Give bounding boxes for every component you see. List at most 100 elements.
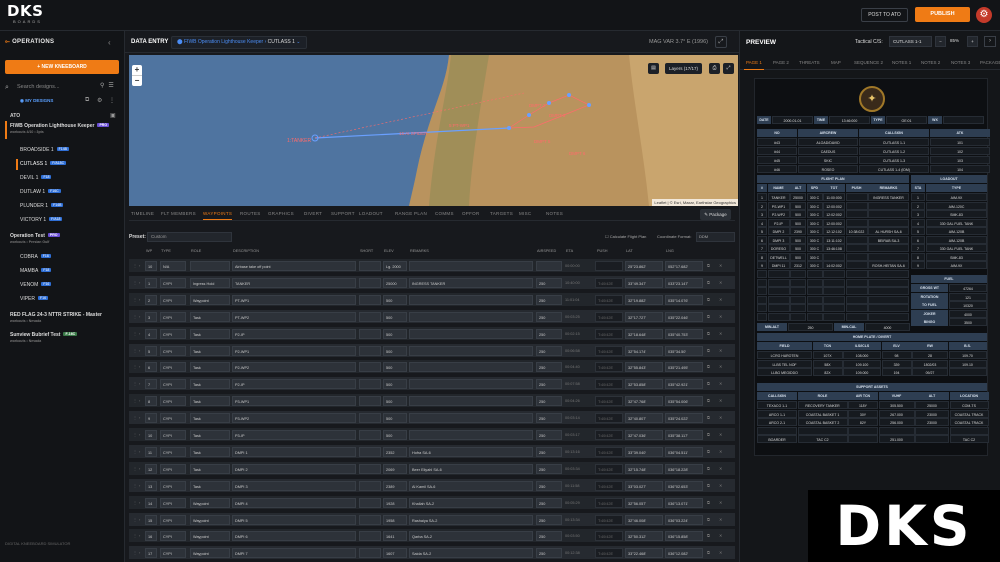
waypoint-marker[interactable] [527, 113, 531, 117]
copy-row-icon[interactable]: ⧉ [707, 447, 713, 457]
remarks-field[interactable]: Khallah SA-2 [409, 497, 533, 508]
airspeed-field[interactable]: 250 [536, 446, 562, 457]
zoom-out-button[interactable]: − [132, 75, 142, 86]
row-menu-icon[interactable]: › [139, 346, 143, 356]
description-field[interactable]: P3-IP [232, 430, 356, 440]
tab-notes[interactable]: NOTES [546, 211, 563, 216]
remarks-field[interactable] [409, 294, 533, 305]
airspeed-field[interactable]: 250 [536, 311, 562, 322]
preview-tab-threats[interactable]: THREATS [799, 60, 820, 65]
copy-row-icon[interactable]: ⧉ [707, 379, 713, 389]
row-menu-icon[interactable]: › [139, 464, 143, 474]
remarks-field[interactable]: Saida SA-2 [409, 548, 533, 559]
type-select[interactable]: CYPI [160, 311, 186, 322]
type-select[interactable]: CYPI [160, 446, 186, 457]
delete-row-icon[interactable]: ✕ [719, 447, 725, 457]
description-field[interactable]: PT-WP2 [232, 311, 356, 322]
copy-row-icon[interactable]: ⧉ [707, 396, 713, 406]
copy-row-icon[interactable]: ⧉ [707, 312, 713, 322]
row-menu-icon[interactable]: › [139, 379, 143, 389]
preview-tab-page-1[interactable]: PAGE 1 [744, 60, 764, 70]
airspeed-field[interactable]: 250 [536, 548, 562, 559]
wp-number-field[interactable]: 1 [145, 277, 157, 288]
settings-gear-icon[interactable]: ⚙ [976, 7, 992, 23]
tab-routes[interactable]: ROUTES [240, 211, 261, 216]
copy-row-icon[interactable]: ⧉ [707, 329, 713, 339]
wp-number-field[interactable]: 6 [145, 362, 157, 373]
wp-number-field[interactable]: 7 [145, 379, 157, 390]
airspeed-field[interactable]: 250 [536, 463, 562, 474]
elevation-field[interactable]: 500 [383, 396, 407, 407]
wp-number-field[interactable]: 10 [145, 261, 157, 271]
copy-row-icon[interactable]: ⧉ [707, 464, 713, 474]
design-item[interactable]: CUTLASS 1 F/A18C [20, 161, 67, 167]
role-select[interactable]: Task [190, 362, 230, 373]
preview-tab-map[interactable]: MAP [831, 60, 841, 65]
description-field[interactable]: DMPI 7 [232, 548, 356, 559]
elevation-field[interactable]: 500 [383, 345, 407, 356]
remarks-field[interactable]: Rashaiya SA-2 [409, 514, 533, 525]
row-menu-icon[interactable]: › [139, 447, 143, 457]
description-field[interactable]: P3-WP1 [232, 396, 356, 407]
design-item[interactable]: DUTLAW 1 F16C [20, 189, 61, 195]
latitude-field[interactable]: 32°17.727' [625, 311, 663, 322]
wp-number-field[interactable]: 2 [145, 294, 157, 305]
tab-support[interactable]: SUPPORT [331, 211, 355, 216]
row-menu-icon[interactable]: › [139, 329, 143, 339]
push-field[interactable]: T:40/42E [595, 497, 623, 508]
waypoint-marker[interactable] [547, 101, 551, 105]
design-item[interactable]: FIWB Operation Lighthouse Keeper PRO worko… [10, 123, 110, 134]
latitude-field[interactable]: 32°53.858' [625, 379, 663, 390]
airspeed-field[interactable]: 250 [536, 345, 562, 356]
latitude-field[interactable]: 32°18.648' [625, 328, 663, 339]
preview-tab-page-2[interactable]: PAGE 2 [773, 60, 789, 65]
short-field[interactable] [359, 261, 381, 271]
latitude-field[interactable]: 32°55.843' [625, 362, 663, 373]
map-print-icon[interactable]: ⎙ [709, 63, 720, 74]
tab-waypoints[interactable]: WAYPOINTS [203, 211, 233, 220]
role-select[interactable]: Task [190, 328, 230, 339]
row-menu-icon[interactable]: › [139, 531, 143, 541]
wp-number-field[interactable]: 9 [145, 413, 157, 424]
short-field[interactable] [359, 345, 381, 356]
description-field[interactable]: Airbase take off point [232, 261, 356, 271]
push-field[interactable]: T:40/42E [595, 345, 623, 356]
latitude-field[interactable]: 33°22.468' [625, 548, 663, 559]
design-item[interactable]: PLUNDER 1 F14B [20, 203, 64, 209]
longitude-field[interactable]: 036°02.653' [665, 480, 703, 491]
short-field[interactable] [359, 430, 381, 440]
copy-row-icon[interactable]: ⧉ [707, 515, 713, 525]
remarks-field[interactable] [409, 396, 533, 407]
preview-tab-sequence-2[interactable]: SEQUENCE 2 [854, 60, 883, 65]
delete-row-icon[interactable]: ✕ [719, 481, 725, 491]
short-field[interactable] [359, 463, 381, 474]
type-select[interactable]: CYPI [160, 548, 186, 559]
role-select[interactable]: Task [190, 379, 230, 390]
delete-row-icon[interactable]: ✕ [719, 295, 725, 305]
remarks-field[interactable]: Hofra SA-6 [409, 446, 533, 457]
longitude-field[interactable]: 036°13.071' [665, 497, 703, 508]
type-select[interactable]: CYPI [160, 362, 186, 373]
description-field[interactable]: DMPI 5 [232, 514, 356, 525]
description-field[interactable]: P2-IP [232, 379, 356, 390]
delete-row-icon[interactable]: ✕ [719, 531, 725, 541]
delete-row-icon[interactable]: ✕ [719, 515, 725, 525]
copy-row-icon[interactable]: ⧉ [707, 346, 713, 356]
publish-button[interactable]: PUBLISH [915, 7, 970, 22]
design-item[interactable]: VICTORY 1 F/A18 [20, 217, 63, 223]
tab-misc[interactable]: MISC [519, 211, 531, 216]
short-field[interactable] [359, 480, 381, 491]
type-select[interactable]: CYPI [160, 294, 186, 305]
elevation-field[interactable]: 500 [383, 328, 407, 339]
elevation-field[interactable]: 1958 [383, 514, 407, 525]
copy-row-icon[interactable]: ⧉ [707, 278, 713, 288]
role-select[interactable]: Waypoint [190, 497, 230, 508]
gear-icon[interactable]: ⚙ [97, 97, 102, 104]
airspeed-field[interactable]: 250 [536, 294, 562, 305]
role-select[interactable]: Task [190, 396, 230, 407]
latitude-field[interactable]: 32°19.882' [625, 294, 663, 305]
preview-zoom-in-button[interactable]: + [967, 36, 978, 47]
latitude-field[interactable]: 32°50.312' [625, 531, 663, 542]
delete-row-icon[interactable]: ✕ [719, 413, 725, 423]
delete-row-icon[interactable]: ✕ [719, 464, 725, 474]
